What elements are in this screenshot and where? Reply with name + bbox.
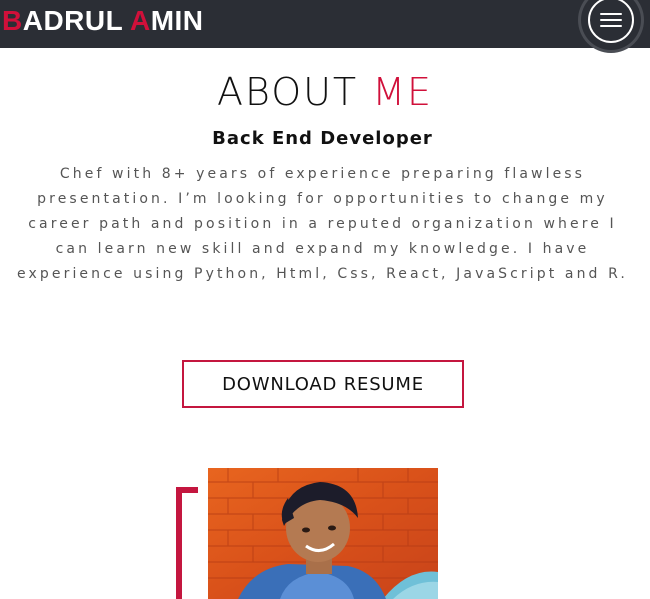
menu-bar bbox=[600, 19, 622, 21]
profile-photo-image bbox=[208, 468, 438, 599]
menu-bar bbox=[600, 25, 622, 27]
menu-toggle-button[interactable] bbox=[581, 0, 641, 50]
about-title: ABOUT ME bbox=[0, 70, 650, 114]
about-title-accent: ME bbox=[372, 70, 434, 114]
bio-text: Chef with 8+ years of experience prepari… bbox=[17, 166, 628, 282]
profile-photo bbox=[208, 468, 438, 599]
brand-text-second: MIN bbox=[150, 5, 204, 36]
hamburger-menu-icon bbox=[588, 0, 634, 43]
decorative-bracket bbox=[176, 487, 198, 599]
navbar: BADRUL AMIN bbox=[0, 0, 650, 50]
brand-initial-a: A bbox=[129, 5, 151, 36]
brand-initial-b: B bbox=[2, 5, 23, 36]
brand-logo[interactable]: BADRUL AMIN bbox=[2, 5, 204, 37]
job-title: Back End Developer bbox=[212, 128, 433, 149]
download-resume-button[interactable]: DOWNLOAD RESUME bbox=[182, 360, 464, 408]
about-title-main: ABOUT bbox=[216, 70, 373, 114]
menu-bar bbox=[600, 13, 622, 15]
brand-text-first: ADRUL bbox=[22, 5, 130, 36]
